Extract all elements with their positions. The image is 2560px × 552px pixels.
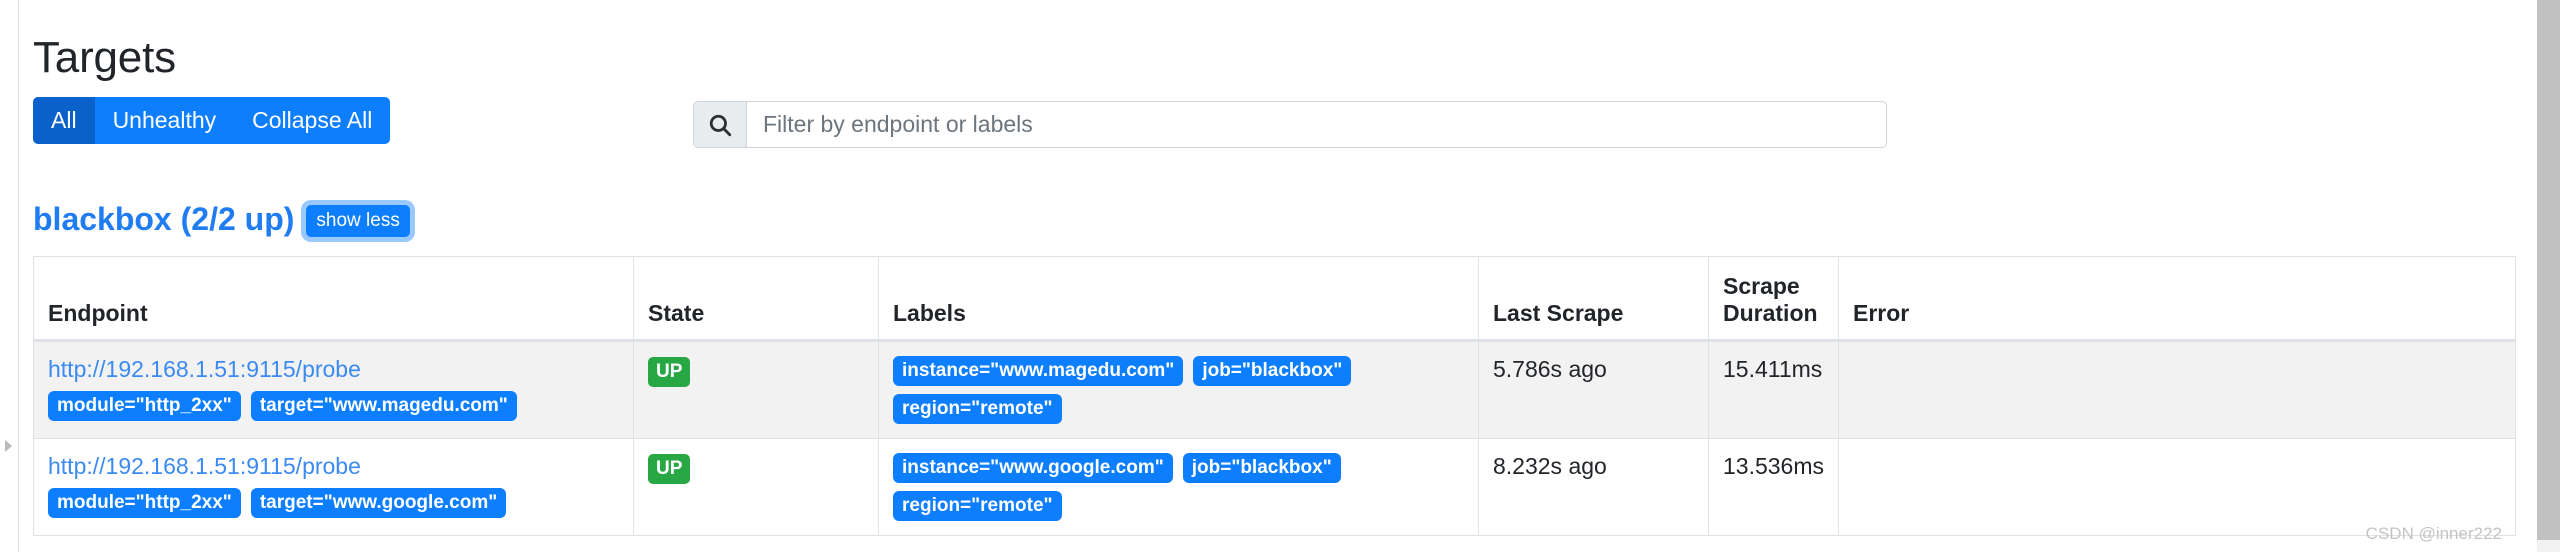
labels-badge-row: instance="www.google.com" job="blackbox"… [893,453,1463,521]
column-header-labels: Labels [878,256,1479,342]
vertical-scrollbar-thumb[interactable] [2537,0,2560,540]
filter-button-group: All Unhealthy Collapse All [33,97,391,144]
page-title: Targets [33,33,176,83]
table-row: http://192.168.1.51:9115/probe module="h… [33,438,2516,536]
job-heading: blackbox (2/2 up) show less [33,203,410,237]
targets-page: Targets All Unhealthy Collapse All black… [0,0,2537,552]
cell-state: UP [633,340,879,439]
cell-last-scrape: 8.232s ago [1478,438,1709,536]
label-badge: region="remote" [893,491,1062,521]
column-header-endpoint: Endpoint [33,256,634,342]
label-badge: module="http_2xx" [48,390,241,421]
cell-endpoint: http://192.168.1.51:9115/probe module="h… [33,438,634,536]
label-badge: job="blackbox" [1182,453,1341,483]
cell-state: UP [633,438,879,536]
vertical-scrollbar[interactable] [2537,0,2560,552]
cell-labels: instance="www.google.com" job="blackbox"… [878,438,1479,536]
status-badge: UP [648,454,691,484]
column-header-error: Error [1838,256,2516,342]
label-badge: target="www.google.com" [250,487,507,518]
collapse-all-button[interactable]: Collapse All [234,97,391,144]
column-header-scrape-duration: Scrape Duration [1708,256,1839,342]
scrape-duration-value: 13.536ms [1723,453,1825,479]
search-icon [694,102,747,147]
show-less-button[interactable]: show less [306,205,410,237]
label-badge: instance="www.magedu.com" [893,356,1184,386]
cell-error [1838,438,2516,536]
cell-error [1838,340,2516,439]
sidebar-expand-caret-icon[interactable] [5,440,12,452]
status-badge: UP [648,357,691,387]
column-header-state: State [633,256,879,342]
label-badge: job="blackbox" [1193,356,1352,386]
endpoint-link[interactable]: http://192.168.1.51:9115/probe [48,356,621,384]
controls-row: All Unhealthy Collapse All [33,97,2493,148]
last-scrape-value: 8.232s ago [1493,453,1607,479]
label-badge: region="remote" [893,394,1062,424]
endpoint-link[interactable]: http://192.168.1.51:9115/probe [48,453,621,481]
last-scrape-value: 5.786s ago [1493,356,1607,382]
label-badge: target="www.magedu.com" [250,390,517,421]
search-group [693,101,1887,148]
left-edge-rule [18,0,19,552]
labels-badge-row: instance="www.magedu.com" job="blackbox"… [893,356,1463,424]
filter-all-button[interactable]: All [33,97,95,144]
endpoint-badge-row: module="http_2xx" target="www.magedu.com… [48,390,621,421]
table-row: http://192.168.1.51:9115/probe module="h… [33,340,2516,439]
scrape-duration-value: 15.411ms [1723,356,1823,382]
label-badge: module="http_2xx" [48,487,241,518]
label-badge: instance="www.google.com" [893,453,1173,483]
targets-table: Endpoint State Labels Last Scrape Scrape… [33,256,2516,536]
table-body: http://192.168.1.51:9115/probe module="h… [33,340,2516,536]
endpoint-badge-row: module="http_2xx" target="www.google.com… [48,487,621,518]
column-header-last-scrape: Last Scrape [1478,256,1709,342]
cell-scrape-duration: 13.536ms [1708,438,1839,536]
table-header-row: Endpoint State Labels Last Scrape Scrape… [33,256,2516,342]
cell-endpoint: http://192.168.1.51:9115/probe module="h… [33,340,634,439]
filter-unhealthy-button[interactable]: Unhealthy [94,97,235,144]
cell-last-scrape: 5.786s ago [1478,340,1709,439]
job-title[interactable]: blackbox (2/2 up) [33,203,294,235]
cell-scrape-duration: 15.411ms [1708,340,1839,439]
watermark: CSDN @inner222 [2365,524,2502,543]
cell-labels: instance="www.magedu.com" job="blackbox"… [878,340,1479,439]
search-input[interactable] [747,102,1886,147]
